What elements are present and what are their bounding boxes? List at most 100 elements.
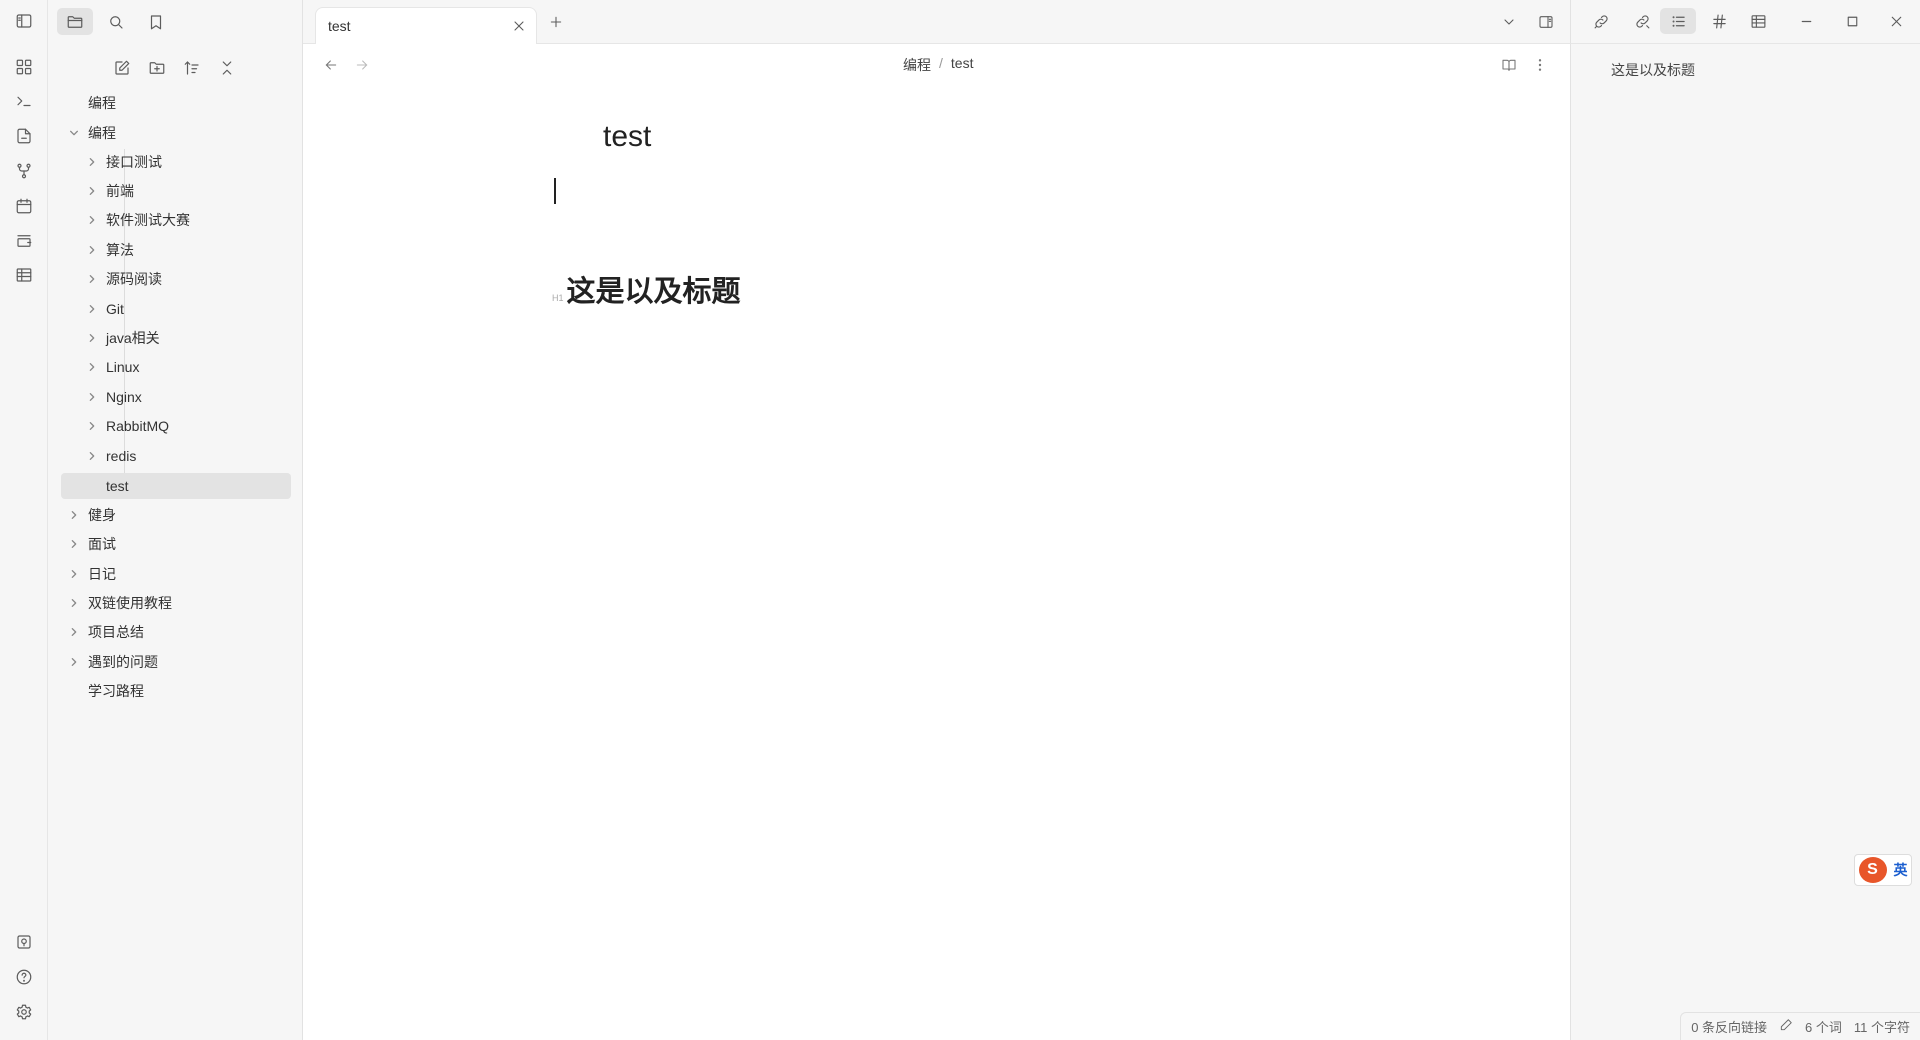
tree-folder-item[interactable]: 源码阅读 — [82, 266, 288, 292]
bookmarks-tab-button[interactable] — [138, 8, 174, 35]
tags-tab-button[interactable] — [1701, 8, 1737, 34]
right-sidebar-tab-bar — [1570, 0, 1920, 44]
help-icon[interactable] — [11, 964, 37, 990]
chevron-right-icon[interactable] — [86, 391, 98, 403]
tree-folder-item[interactable]: Git — [82, 296, 288, 322]
chevron-right-icon[interactable] — [86, 303, 98, 315]
tree-folder-item[interactable]: 日记 — [64, 561, 288, 587]
outgoing-links-tab-button[interactable] — [1624, 8, 1660, 34]
tree-folder-item[interactable]: java相关 — [82, 325, 288, 351]
note-title[interactable]: test — [603, 120, 651, 154]
tree-item-label: 编程 — [88, 125, 116, 141]
arrow-right-icon — [356, 60, 368, 70]
settings-icon[interactable] — [11, 999, 37, 1025]
maximize-window-button[interactable] — [1834, 8, 1870, 34]
chevron-right-icon[interactable] — [68, 568, 80, 580]
edit-mode-icon[interactable] — [1779, 1018, 1793, 1035]
reading-view-button[interactable] — [1499, 55, 1519, 75]
tree-folder-item[interactable]: 接口测试 — [82, 149, 288, 175]
tree-item-label: 软件测试大赛 — [106, 212, 190, 228]
close-window-button[interactable] — [1878, 8, 1914, 34]
chevron-right-icon[interactable] — [86, 185, 98, 197]
tree-folder-item[interactable]: 项目总结 — [64, 619, 288, 645]
tree-folder-item[interactable]: 面试 — [64, 531, 288, 557]
file-import-icon[interactable] — [11, 123, 37, 149]
table-icon — [1751, 14, 1765, 28]
kanban-icon[interactable] — [11, 228, 37, 254]
tree-folder-item[interactable]: 算法 — [82, 237, 288, 263]
breadcrumb: 编程 / test — [903, 55, 973, 75]
vault-icon[interactable] — [11, 929, 37, 955]
chevron-right-icon[interactable] — [68, 509, 80, 521]
tree-item-label: 学习路程 — [88, 683, 144, 699]
tree-folder-item[interactable]: 软件测试大赛 — [82, 207, 288, 233]
terminal-icon[interactable] — [11, 88, 37, 114]
graph-view-icon[interactable] — [11, 54, 37, 80]
tree-folder-item[interactable]: 双链使用教程 — [64, 590, 288, 616]
back-button[interactable] — [321, 55, 341, 75]
tree-folder-item[interactable]: 健身 — [64, 502, 288, 528]
tree-folder-item[interactable]: 遇到的问题 — [64, 649, 288, 675]
backlinks-tab-button[interactable] — [1583, 8, 1619, 34]
tree-folder-item[interactable]: Linux — [82, 354, 288, 380]
forward-button[interactable] — [352, 55, 372, 75]
new-note-button[interactable] — [109, 55, 135, 81]
tree-folder-item[interactable]: redis — [82, 443, 288, 469]
calendar-icon[interactable] — [11, 193, 37, 219]
tab-bar: test — [303, 0, 1570, 44]
minimize-icon — [1801, 20, 1811, 22]
more-options-button[interactable] — [1530, 55, 1550, 75]
tree-file-item[interactable]: 学习路程 — [88, 678, 288, 704]
minimize-window-button[interactable] — [1788, 8, 1824, 34]
backlinks-count[interactable]: 0 条反向链接 — [1691, 1017, 1767, 1036]
search-tab-button[interactable] — [98, 8, 134, 35]
breadcrumb-current[interactable]: test — [951, 55, 974, 75]
tree-item-label: Nginx — [106, 389, 142, 405]
tree-file-item-active[interactable]: test — [61, 473, 291, 499]
heading-text[interactable]: 这是以及标题 — [567, 268, 741, 310]
breadcrumb-separator: / — [939, 55, 943, 71]
tree-folder-item[interactable]: 编程 — [64, 120, 288, 146]
tree-item-label: 面试 — [88, 536, 116, 552]
tree-item-label: 项目总结 — [88, 624, 144, 640]
tree-folder-item[interactable]: RabbitMQ — [82, 413, 288, 439]
chevron-right-icon[interactable] — [86, 244, 98, 256]
text-cursor — [554, 178, 556, 204]
chevron-right-icon[interactable] — [68, 656, 80, 668]
outline-item[interactable]: 这是以及标题 — [1611, 60, 1695, 80]
toggle-right-sidebar-button[interactable] — [1535, 11, 1557, 33]
git-icon[interactable] — [11, 158, 37, 184]
tab-list-dropdown[interactable] — [1498, 11, 1520, 33]
new-tab-button[interactable] — [545, 11, 567, 33]
outline-tab-button[interactable] — [1660, 8, 1696, 34]
chevron-right-icon[interactable] — [86, 156, 98, 168]
chevron-right-icon[interactable] — [86, 332, 98, 344]
chevron-down-icon[interactable] — [68, 127, 80, 139]
bookmark-icon — [150, 14, 162, 29]
sort-button[interactable] — [179, 55, 205, 81]
files-tab-button[interactable] — [57, 8, 93, 35]
collapse-all-button[interactable] — [214, 55, 240, 81]
chevron-right-icon[interactable] — [86, 214, 98, 226]
table-view-tab-button[interactable] — [1740, 8, 1776, 34]
more-vertical-icon — [1538, 59, 1542, 71]
breadcrumb-parent[interactable]: 编程 — [903, 55, 931, 75]
ime-indicator[interactable]: S 英 — [1854, 854, 1912, 886]
table-icon[interactable] — [11, 262, 37, 288]
chevron-right-icon[interactable] — [86, 273, 98, 285]
sidebar-toggle-icon[interactable] — [11, 8, 37, 34]
heading-block[interactable]: H1 这是以及标题 — [552, 268, 741, 310]
chevron-right-icon[interactable] — [86, 361, 98, 373]
tree-file-item[interactable]: 编程 — [88, 90, 288, 116]
chevron-right-icon[interactable] — [68, 597, 80, 609]
view-header: 编程 / test — [303, 44, 1570, 84]
new-folder-button[interactable] — [144, 55, 170, 81]
tree-folder-item[interactable]: Nginx — [82, 384, 288, 410]
chevron-right-icon[interactable] — [68, 626, 80, 638]
chevron-right-icon[interactable] — [86, 450, 98, 462]
chevron-right-icon[interactable] — [86, 420, 98, 432]
close-icon[interactable] — [510, 17, 528, 35]
tab-test[interactable]: test — [315, 7, 537, 44]
chevron-right-icon[interactable] — [68, 538, 80, 550]
tree-folder-item[interactable]: 前端 — [82, 178, 288, 204]
